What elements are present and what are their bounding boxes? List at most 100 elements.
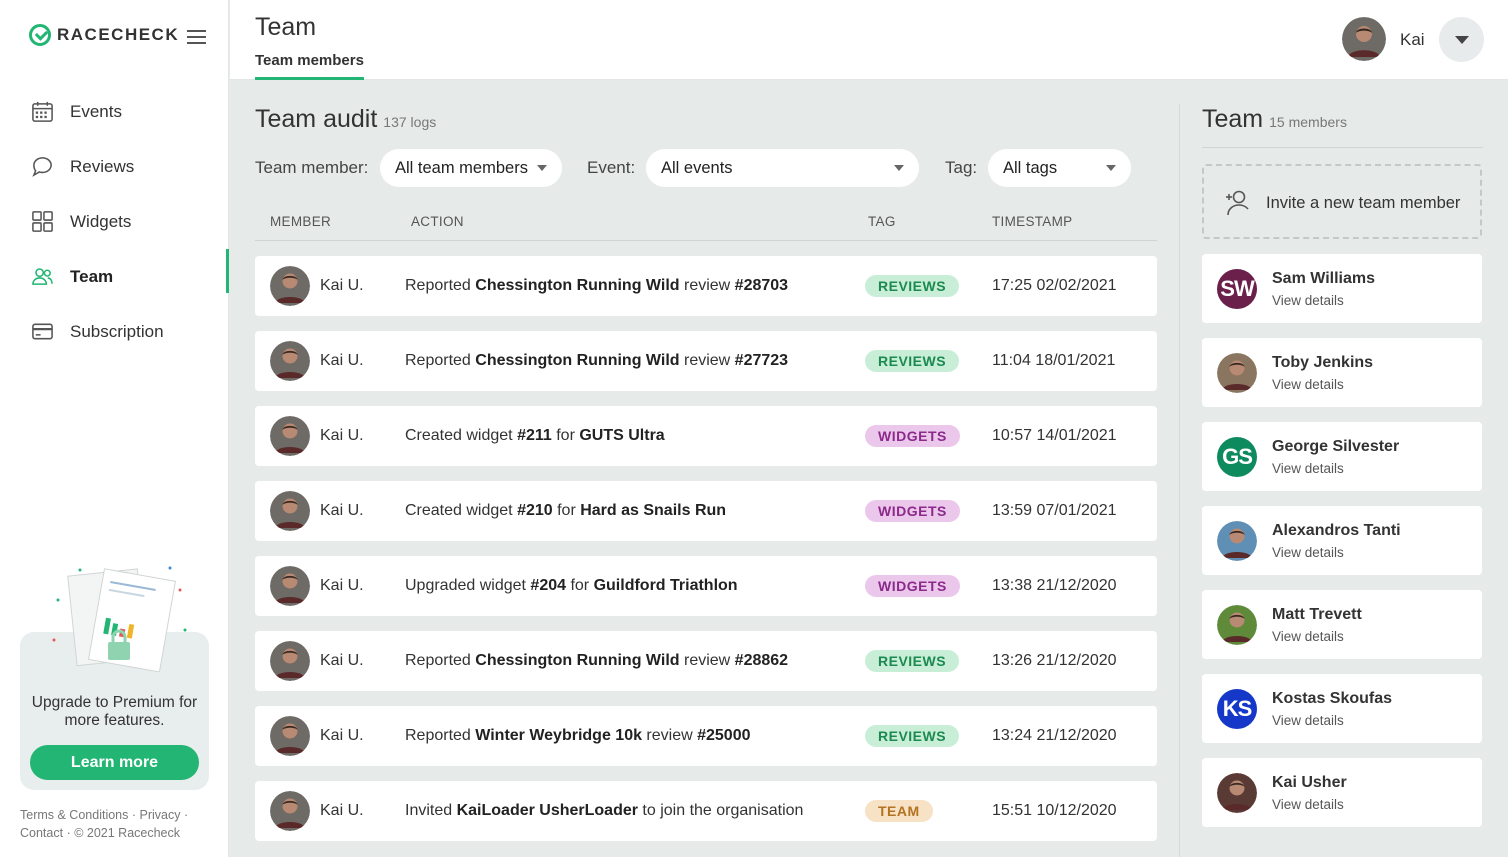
action-text: review: [679, 652, 735, 669]
sidebar-item-reviews[interactable]: Reviews: [0, 139, 229, 194]
action-highlight: Chessington Running Wild: [475, 652, 680, 669]
action-text: review: [641, 727, 698, 744]
member-avatar: GS: [1217, 437, 1257, 477]
row-timestamp: 15:51 10/12/2020: [992, 802, 1117, 819]
view-details-link[interactable]: View details: [1272, 377, 1344, 392]
user-avatar[interactable]: [1342, 17, 1386, 61]
action-text: Reported: [405, 352, 476, 369]
member-avatar: [270, 566, 310, 606]
view-details-link[interactable]: View details: [1272, 797, 1344, 812]
row-timestamp: 10:57 14/01/2021: [992, 427, 1117, 444]
row-timestamp: 13:38 21/12/2020: [992, 577, 1117, 594]
tag-badge: REVIEWS: [865, 650, 960, 672]
row-timestamp: 11:04 18/01/2021: [992, 352, 1116, 369]
column-header-tag: TAG: [868, 214, 896, 229]
credit-card-icon: [32, 323, 53, 340]
row-member-name: Kai U.: [320, 577, 364, 594]
event-select[interactable]: All events: [646, 149, 919, 187]
racecheck-logo[interactable]: RACECHECK: [29, 24, 179, 46]
member-avatar: [1217, 773, 1257, 813]
member-avatar: [270, 341, 310, 381]
table-row[interactable]: Kai U. Reported Winter Weybridge 10k revi…: [255, 706, 1157, 766]
view-details-link[interactable]: View details: [1272, 629, 1344, 644]
action-text: review: [679, 352, 735, 369]
contact-link[interactable]: Contact: [20, 826, 63, 840]
sidebar-item-events[interactable]: Events: [0, 84, 229, 139]
sidebar-item-subscription[interactable]: Subscription: [0, 304, 229, 359]
action-highlight: KaiLoader UsherLoader: [456, 802, 638, 819]
row-member-name: Kai U.: [320, 277, 364, 294]
member-name: George Silvester: [1272, 438, 1400, 455]
table-row[interactable]: Kai U. Upgraded widget #204 for Guildford…: [255, 556, 1157, 616]
action-text: Invited: [405, 802, 457, 819]
tag-badge: REVIEWS: [865, 350, 960, 372]
team-member-card: Kai Usher View details: [1202, 758, 1482, 827]
team-member-select[interactable]: All team members: [380, 149, 562, 187]
action-highlight: #28703: [734, 277, 789, 294]
user-menu-dropdown-icon[interactable]: [1439, 17, 1484, 62]
team-member-card: Matt Trevett View details: [1202, 590, 1482, 659]
team-member-list: SW Sam Williams View details Toby Jenkins Vi…: [1202, 254, 1482, 842]
view-details-link[interactable]: View details: [1272, 545, 1344, 560]
row-action-text: Upgraded widget #204 for Guildford Triat…: [405, 577, 738, 595]
sidebar: RACECHECK Events Reviews Widgets Team Su…: [0, 0, 229, 857]
member-name: Sam Williams: [1272, 270, 1376, 287]
view-details-link[interactable]: View details: [1272, 293, 1344, 308]
logo-text: RACECHECK: [57, 25, 180, 44]
view-details-link[interactable]: View details: [1272, 461, 1344, 476]
invite-team-member-button[interactable]: Invite a new team member: [1202, 164, 1482, 239]
tag-badge: REVIEWS: [865, 725, 960, 747]
table-row[interactable]: Kai U. Reported Chessington Running Wild …: [255, 631, 1157, 691]
tag-badge: TEAM: [865, 800, 933, 822]
sidebar-item-label: Subscription: [70, 321, 164, 341]
table-row[interactable]: Kai U. Invited KaiLoader UsherLoader to j…: [255, 781, 1157, 841]
row-action-text: Invited KaiLoader UsherLoader to join th…: [405, 802, 803, 820]
tag-select[interactable]: All tags: [988, 149, 1131, 187]
privacy-link[interactable]: Privacy: [139, 808, 180, 822]
row-member-name: Kai U.: [320, 727, 364, 744]
member-name: Kostas Skoufas: [1272, 690, 1393, 707]
audit-log-count: 137 logs: [383, 114, 437, 130]
team-member-card: Alexandros Tanti View details: [1202, 506, 1482, 575]
sidebar-item-team[interactable]: Team: [0, 249, 229, 304]
action-highlight: #210: [517, 502, 553, 519]
sidebar-item-label: Team: [70, 266, 114, 286]
row-member-name: Kai U.: [320, 802, 364, 819]
table-row[interactable]: Kai U. Created widget #210 for Hard as Sn…: [255, 481, 1157, 541]
terms-link[interactable]: Terms & Conditions: [20, 808, 128, 822]
sidebar-item-widgets[interactable]: Widgets: [0, 194, 229, 249]
table-row[interactable]: Kai U. Reported Chessington Running Wild …: [255, 256, 1157, 316]
team-member-card: GS George Silvester View details: [1202, 422, 1482, 491]
team-member-count: 15 members: [1269, 114, 1347, 130]
tab-team-members[interactable]: Team members: [255, 52, 364, 80]
row-action-text: Reported Chessington Running Wild review…: [405, 352, 788, 370]
view-details-link[interactable]: View details: [1272, 713, 1344, 728]
tag-badge: WIDGETS: [865, 575, 960, 597]
copyright-text: © 2021 Racecheck: [74, 826, 181, 840]
action-highlight: Chessington Running Wild: [475, 352, 680, 369]
row-member-name: Kai U.: [320, 352, 364, 369]
member-avatar: [270, 716, 310, 756]
member-avatar: [270, 641, 310, 681]
panel-divider: [1179, 104, 1180, 857]
sidebar-item-label: Events: [70, 101, 122, 121]
column-header-action: ACTION: [411, 214, 464, 229]
audit-title: Team audit 137 logs: [255, 105, 436, 134]
speech-bubble-icon: [32, 157, 52, 177]
logo-check-icon: [29, 24, 51, 46]
row-timestamp: 13:59 07/01/2021: [992, 502, 1117, 519]
row-action-text: Reported Winter Weybridge 10k review #25…: [405, 727, 751, 745]
audit-title-text: Team audit: [255, 105, 378, 133]
menu-icon[interactable]: [187, 30, 206, 44]
member-avatar: [270, 416, 310, 456]
member-name: Toby Jenkins: [1272, 354, 1374, 371]
action-highlight: GUTS Ultra: [579, 427, 665, 444]
user-name[interactable]: Kai: [1400, 30, 1425, 50]
report-illustration-icon: [52, 566, 187, 672]
audit-log-list: Kai U. Reported Chessington Running Wild …: [255, 256, 1157, 856]
sidebar-nav: Events Reviews Widgets Team Subscription: [0, 84, 229, 359]
action-text: Reported: [405, 727, 476, 744]
table-row[interactable]: Kai U. Created widget #211 for GUTS Ultra…: [255, 406, 1157, 466]
learn-more-button[interactable]: Learn more: [30, 745, 199, 780]
table-row[interactable]: Kai U. Reported Chessington Running Wild …: [255, 331, 1157, 391]
